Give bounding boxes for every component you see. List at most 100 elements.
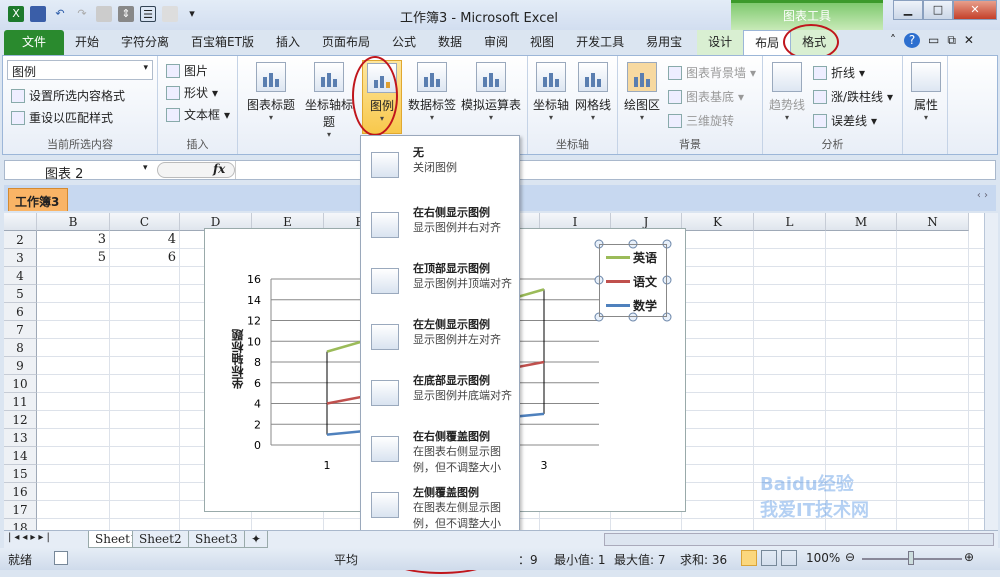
trendline-button[interactable]: 趋势线 ▾ (765, 60, 809, 124)
save-icon[interactable] (30, 6, 46, 22)
cell-B2[interactable]: 3 (40, 232, 106, 247)
row-header-3[interactable]: 3 (4, 249, 37, 267)
tab-view[interactable]: 视图 (519, 30, 565, 55)
3d-rotation-button[interactable]: 三维旋转 (668, 112, 734, 129)
macro-record-icon[interactable] (54, 551, 68, 565)
row-header-9[interactable]: 9 (4, 357, 37, 375)
tab-formulas[interactable]: 公式 (381, 30, 427, 55)
lines-button[interactable]: 折线 ▾ (813, 64, 865, 81)
workbook-tab[interactable]: 工作簿3 (8, 188, 68, 211)
form-icon[interactable]: ☰ (140, 6, 156, 22)
plot-area-button[interactable]: 绘图区 ▾ (620, 60, 664, 124)
sheet-nav-icons[interactable]: |◂◂▸▸| (8, 532, 53, 543)
row-header-5[interactable]: 5 (4, 285, 37, 303)
row-header-10[interactable]: 10 (4, 375, 37, 393)
vertical-scrollbar[interactable] (984, 213, 998, 530)
updown-bars-button[interactable]: 涨/跌柱线 ▾ (813, 88, 893, 105)
reset-style-button[interactable]: 重设以匹配样式 (11, 109, 113, 126)
chart-wall-button[interactable]: 图表背景墙 ▾ (668, 64, 756, 81)
row-header-18[interactable]: 18 (4, 519, 37, 530)
formula-input[interactable] (235, 161, 995, 179)
row-header-13[interactable]: 13 (4, 429, 37, 447)
shapes-button[interactable]: 形状 ▾ (166, 84, 218, 101)
row-header-4[interactable]: 4 (4, 267, 37, 285)
select-all-corner[interactable] (4, 213, 37, 231)
restore-workbook-icon[interactable]: ⧉ (947, 33, 956, 48)
legend-option[interactable]: 在右侧显示图例 显示图例并右对齐 (361, 200, 519, 256)
row-header-7[interactable]: 7 (4, 321, 37, 339)
axes-button[interactable]: 坐标轴 ▾ (530, 60, 572, 124)
column-header-K[interactable]: K (682, 213, 754, 231)
row-header-14[interactable]: 14 (4, 447, 37, 465)
name-box-dropdown-icon[interactable]: ▾ (143, 163, 148, 173)
camera-icon[interactable] (96, 6, 112, 22)
row-header-11[interactable]: 11 (4, 393, 37, 411)
horizontal-scrollbar[interactable] (604, 533, 994, 546)
row-header-17[interactable]: 17 (4, 501, 37, 519)
tab-design[interactable]: 设计 (697, 30, 744, 55)
redo-icon[interactable]: ↷ (74, 6, 90, 22)
close-workbook-icon[interactable]: ✕ (964, 33, 974, 48)
gridlines-button[interactable]: 网格线 ▾ (572, 60, 614, 124)
tab-easyuse[interactable]: 易用宝 (635, 30, 693, 55)
data-table-button[interactable]: 模拟运算表 ▾ (458, 60, 524, 124)
zoom-slider-thumb[interactable] (908, 551, 914, 565)
cell-C3[interactable]: 6 (110, 250, 176, 265)
paste-icon[interactable] (162, 6, 178, 22)
tab-char-split[interactable]: 字符分离 (110, 30, 180, 55)
sheet-tab-sheet3[interactable]: Sheet3 (188, 531, 245, 548)
scroll-tabs-icon[interactable]: ‹ › (977, 190, 988, 201)
picture-button[interactable]: 图片 (166, 62, 208, 79)
undo-icon[interactable]: ↶ (52, 6, 68, 22)
customize-qat-icon[interactable]: ▾ (184, 6, 200, 22)
format-selection-button[interactable]: 设置所选内容格式 (11, 87, 125, 104)
close-button[interactable]: ✕ (953, 0, 997, 20)
chart-element-dropdown[interactable]: 图例 ▾ (7, 60, 153, 80)
page-break-view-icon[interactable] (781, 550, 797, 566)
properties-button[interactable]: 属性 ▾ (907, 60, 945, 124)
axis-title-button[interactable]: 坐标轴标题 ▾ (298, 60, 360, 141)
chart-legend[interactable]: 英语 语文 数学 (599, 244, 667, 317)
row-header-8[interactable]: 8 (4, 339, 37, 357)
restore-button[interactable]: □ (923, 0, 953, 20)
data-labels-button[interactable]: 数据标签 ▾ (404, 60, 460, 124)
chart-title-button[interactable]: 图表标题 ▾ (242, 60, 300, 124)
legend-option[interactable]: 在左侧显示图例 显示图例并左对齐 (361, 312, 519, 368)
row-header-16[interactable]: 16 (4, 483, 37, 501)
cell-C2[interactable]: 4 (110, 232, 176, 247)
row-header-15[interactable]: 15 (4, 465, 37, 483)
legend-option[interactable]: 在右侧覆盖图例 在图表右侧显示图例，但不调整大小 (361, 424, 519, 480)
zoom-level[interactable]: 100% (806, 551, 840, 565)
sort-icon[interactable]: ⇕ (118, 6, 134, 22)
name-box[interactable]: 图表 2 (45, 163, 83, 182)
insert-sheet-icon[interactable]: ✦ (244, 531, 269, 548)
chart-floor-button[interactable]: 图表基底 ▾ (668, 88, 744, 105)
column-header-L[interactable]: L (754, 213, 826, 231)
column-header-C[interactable]: C (110, 213, 180, 231)
error-bars-button[interactable]: 误差线 ▾ (813, 112, 877, 129)
row-header-12[interactable]: 12 (4, 411, 37, 429)
row-header-6[interactable]: 6 (4, 303, 37, 321)
tab-toolbox[interactable]: 百宝箱ET版 (180, 30, 265, 55)
tab-insert[interactable]: 插入 (265, 30, 311, 55)
legend-option[interactable]: 在顶部显示图例 显示图例并顶端对齐 (361, 256, 519, 312)
minimize-button[interactable]: ▁ (893, 0, 923, 20)
row-header-2[interactable]: 2 (4, 231, 37, 249)
column-header-B[interactable]: B (37, 213, 110, 231)
help-icon[interactable]: ? (904, 33, 920, 48)
zoom-out-icon[interactable]: ⊖ (845, 550, 855, 564)
fx-icon[interactable]: fx (213, 162, 225, 176)
page-layout-view-icon[interactable] (761, 550, 777, 566)
zoom-in-icon[interactable]: ⊕ (964, 550, 974, 564)
excel-logo-icon[interactable]: X (8, 6, 24, 22)
minimize-workbook-icon[interactable]: ▭ (928, 33, 939, 48)
textbox-button[interactable]: 文本框 ▾ (166, 106, 230, 123)
legend-option[interactable]: 无关闭图例 (361, 140, 519, 196)
tab-page-layout[interactable]: 页面布局 (311, 30, 381, 55)
collapse-ribbon-icon[interactable]: ˄ (890, 33, 896, 48)
sheet-tab-sheet2[interactable]: Sheet2 (132, 531, 189, 548)
tab-file[interactable]: 文件 (4, 30, 65, 55)
y-axis-title[interactable]: 坐标轴标题 (229, 329, 246, 389)
legend-option[interactable]: 在底部显示图例 显示图例并底端对齐 (361, 368, 519, 424)
column-header-N[interactable]: N (897, 213, 969, 231)
